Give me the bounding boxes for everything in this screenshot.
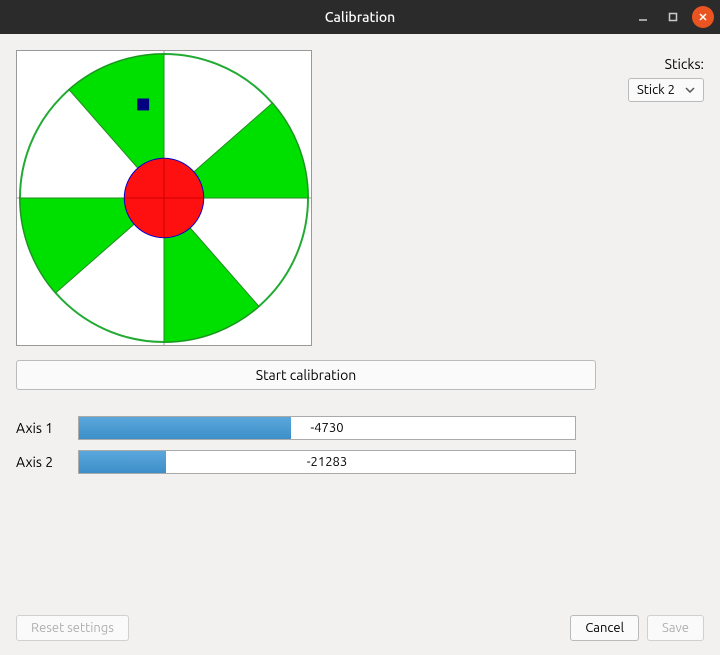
axis-row: Axis 1 -4730 [16,416,704,440]
sticks-selected: Stick 2 [637,83,675,97]
chevron-down-icon [685,87,695,93]
axis-row: Axis 2 -21283 [16,450,704,474]
window-content: Sticks: Stick 2 Start calibration Axis 1… [0,34,720,655]
axis-1-fill [79,417,291,439]
cancel-button[interactable]: Cancel [570,615,639,641]
window-title: Calibration [0,9,720,25]
start-calibration-button[interactable]: Start calibration [16,360,596,390]
axes-list: Axis 1 -4730 Axis 2 -21283 [16,416,704,474]
axis-label: Axis 1 [16,420,64,436]
sticks-label: Sticks: [665,56,704,72]
axis-1-value: -4730 [310,421,343,435]
stick-visualizer [16,50,312,346]
maximize-icon[interactable] [662,6,684,28]
stick-position-indicator [137,98,149,110]
axis-2-bar: -21283 [78,450,576,474]
axis-label: Axis 2 [16,454,64,470]
axis-2-value: -21283 [307,455,347,469]
sticks-dropdown[interactable]: Stick 2 [628,78,704,102]
close-icon[interactable] [692,6,714,28]
minimize-icon[interactable] [632,6,654,28]
axis-2-fill [79,451,166,473]
stick-diagram [17,51,311,345]
axis-1-bar: -4730 [78,416,576,440]
window-controls [632,6,714,28]
window-titlebar: Calibration [0,0,720,34]
reset-settings-button[interactable]: Reset settings [16,615,129,641]
save-button[interactable]: Save [647,615,704,641]
